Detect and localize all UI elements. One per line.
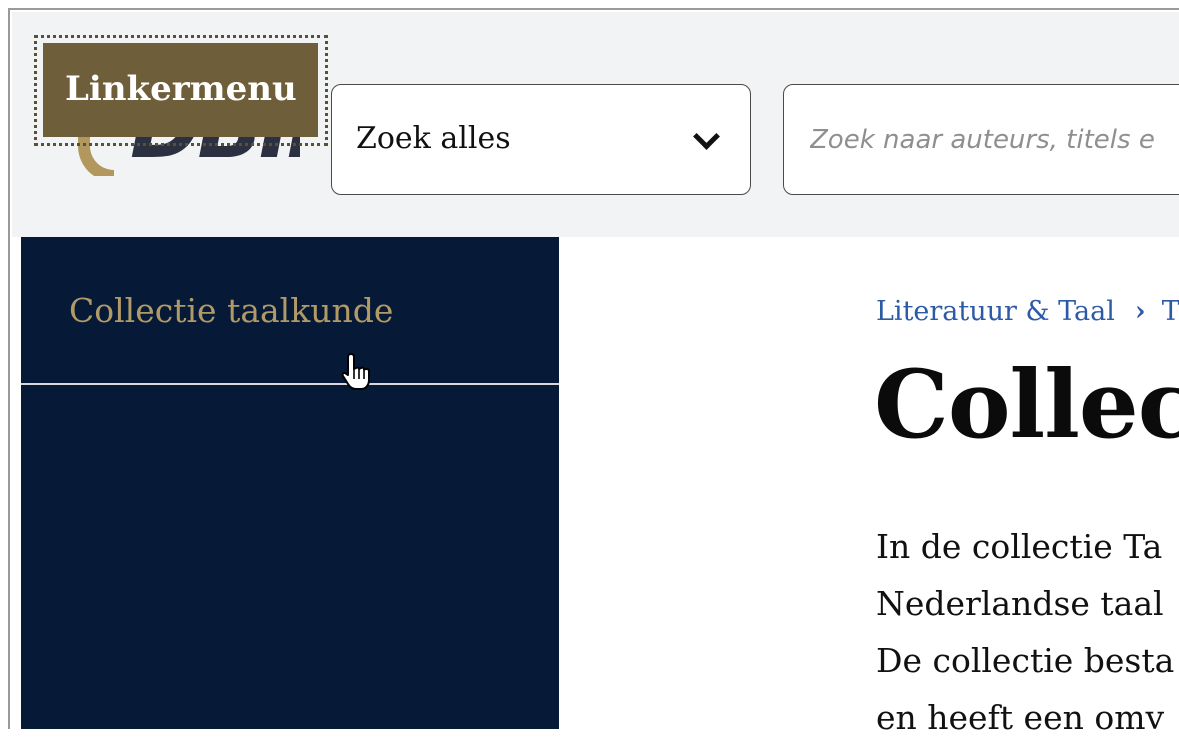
sidebar-item-collectie-taalkunde[interactable]: Collectie taalkunde [21,237,559,385]
page-title: Collect [874,350,1179,460]
intro-line: Nederlandse taal [876,584,1164,623]
intro-line: en heeft een omv [876,698,1165,737]
search-scope-selected-value: Zoek alles [356,121,511,156]
sidebar-item-label: Collectie taalkunde [69,291,394,330]
search-field[interactable] [783,84,1179,195]
skip-to-left-menu-link[interactable]: Linkermenu [43,43,318,137]
breadcrumb-item-literatuur-taal[interactable]: Literatuur & Taal [876,296,1115,327]
intro-paragraph: In de collectie Ta Nederlandse taal De c… [876,518,1179,746]
left-menu: Collectie taalkunde [21,237,559,729]
search-input[interactable] [784,85,1179,194]
intro-line: In de collectie Ta [876,527,1163,566]
breadcrumb: Literatuur & Taal › T [876,296,1179,327]
chevron-down-icon [693,123,720,150]
search-scope-select[interactable]: Zoek alles [331,84,751,195]
hand-pointer-icon [341,353,370,390]
intro-line: De collectie besta [876,641,1175,680]
breadcrumb-separator-icon: › [1134,296,1146,327]
breadcrumb-item-next[interactable]: T [1162,296,1179,327]
